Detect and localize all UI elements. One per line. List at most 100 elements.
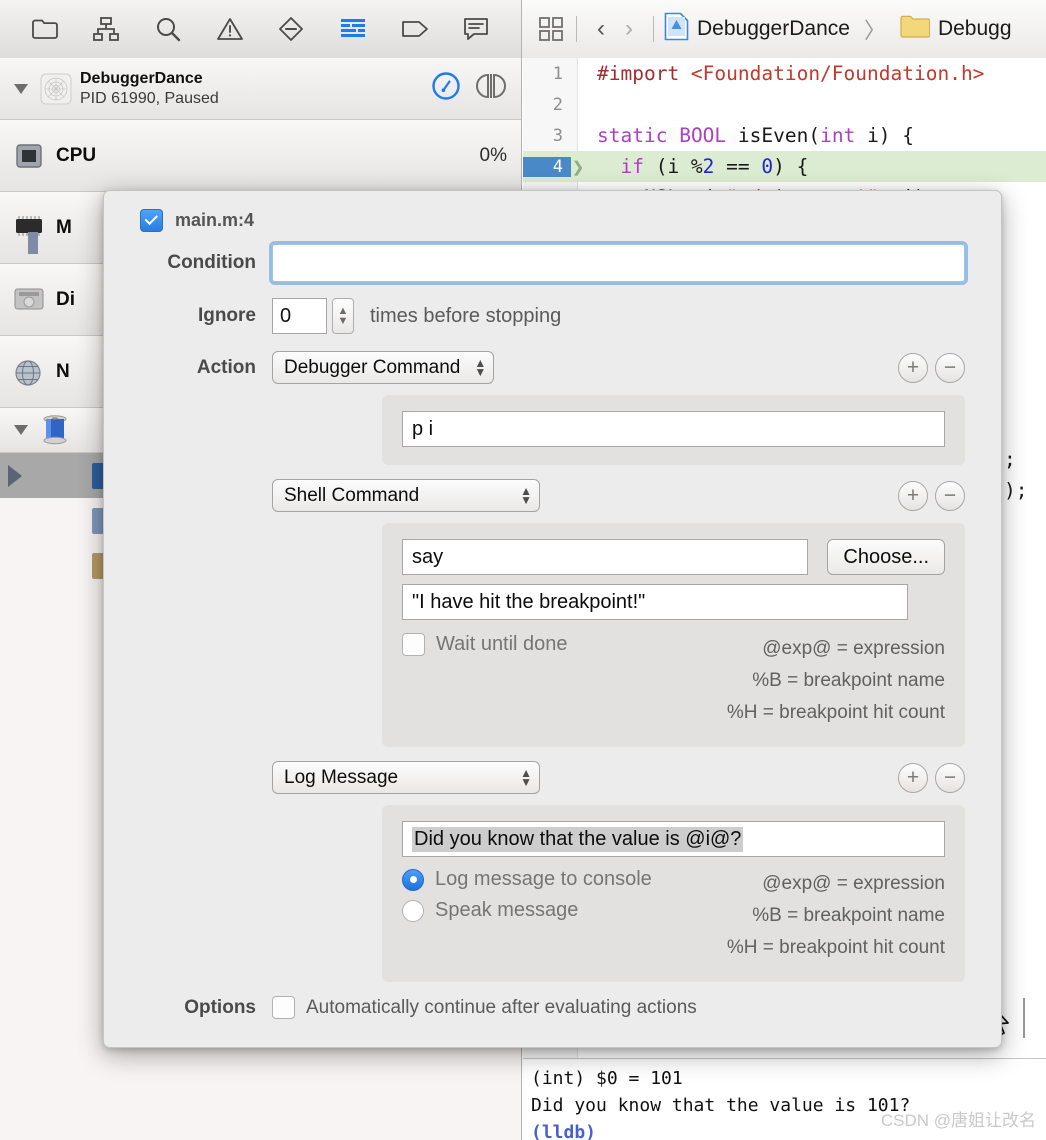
log-hints: @exp@ = expression %B = breakpoint name … <box>727 868 945 964</box>
related-items-icon[interactable] <box>536 14 566 44</box>
gauge-label: Di <box>56 288 75 310</box>
speak-message-label: Speak message <box>435 899 579 921</box>
shell-command-input[interactable]: say <box>402 539 809 575</box>
auto-continue-checkbox[interactable] <box>272 996 295 1019</box>
log-to-console-option[interactable]: Log message to console <box>402 868 652 891</box>
chevron-down-icon[interactable] <box>14 83 28 94</box>
breakpoint-tag-icon[interactable] <box>398 12 432 46</box>
current-frame-arrow-icon <box>8 464 22 487</box>
gauge-label: N <box>56 360 70 382</box>
chevron-down-icon[interactable] <box>14 425 28 435</box>
process-row[interactable]: DebuggerDance PID 61990, Paused <box>0 58 521 120</box>
remove-action-button[interactable]: − <box>935 480 965 511</box>
chevron-updown-icon: ▲ ▼ <box>520 483 532 507</box>
back-arrow-icon[interactable]: ‹ <box>587 14 615 44</box>
chevron-updown-icon: ▲ ▼ <box>520 765 532 789</box>
action-type-select-shell-command[interactable]: Shell Command ▲ ▼ <box>272 479 540 512</box>
forward-arrow-icon[interactable]: › <box>615 14 643 44</box>
hint-line: %B = breakpoint name <box>752 670 945 691</box>
search-icon[interactable] <box>151 12 185 46</box>
speak-message-option[interactable]: Speak message <box>402 899 652 922</box>
test-diamond-icon[interactable] <box>274 12 308 46</box>
ignore-stepper[interactable]: ▲ ▼ <box>332 298 354 334</box>
gauge-label: M <box>56 216 72 238</box>
shell-arguments-input[interactable]: "I have hit the breakpoint!" <box>402 584 908 620</box>
hint-line: %B = breakpoint name <box>752 905 945 926</box>
breadcrumb-separator: 〉 <box>863 17 886 43</box>
code-line: 1 #import <Foundation/Foundation.h> <box>523 58 1046 89</box>
choose-button[interactable]: Choose... <box>827 539 945 575</box>
options-row: Options Automatically continue after eva… <box>104 996 1001 1019</box>
action-type-value: Shell Command <box>284 484 420 506</box>
code-text[interactable]: #import <Foundation/Foundation.h> <box>585 62 984 85</box>
breakpoint-edit-popover: main.m:4 Condition Ignore 0 ▲ ▼ times be… <box>103 190 1002 1048</box>
shell-hints: @exp@ = expression %B = breakpoint name … <box>727 633 945 729</box>
disk-icon <box>14 287 44 313</box>
warning-triangle-icon[interactable] <box>213 12 247 46</box>
gauge-bar <box>28 232 38 254</box>
action-row-shell-command: Shell Command ▲ ▼ + − <box>104 479 1001 512</box>
code-line: 3 static BOOL isEven(int i) { <box>523 120 1046 151</box>
line-number: 2 <box>552 94 563 115</box>
popover-header: main.m:4 <box>104 191 1001 232</box>
hint-line: %H = breakpoint hit count <box>726 937 945 958</box>
debug-lines-icon[interactable] <box>336 12 370 46</box>
remove-action-button[interactable]: − <box>935 352 965 383</box>
jump-bar: ‹ › DebuggerDance 〉 Debugg <box>522 0 1046 58</box>
report-bubble-icon[interactable] <box>459 12 493 46</box>
action-panel-debugger-command: p i <box>382 395 965 465</box>
action-type-value: Log Message <box>284 766 399 788</box>
watermark: CSDN @唐姐让改名 <box>880 1111 1036 1130</box>
add-action-button[interactable]: + <box>898 480 928 511</box>
ignore-suffix-label: times before stopping <box>370 304 562 327</box>
add-action-button[interactable]: + <box>898 352 928 383</box>
action-add-remove-group: + − <box>898 352 965 383</box>
ignore-label: Ignore <box>197 305 256 326</box>
add-action-button[interactable]: + <box>898 762 928 793</box>
split-view-icon[interactable] <box>475 72 507 105</box>
remove-action-button[interactable]: − <box>935 762 965 793</box>
action-type-select-log-message[interactable]: Log Message ▲ ▼ <box>272 761 540 794</box>
stepper-down-icon[interactable]: ▼ <box>338 316 349 327</box>
cpu-chip-icon <box>14 143 44 169</box>
debug-console[interactable]: (int) $0 = 101 Did you know that the val… <box>523 1058 1046 1140</box>
ignore-count-input[interactable]: 0 <box>272 298 327 334</box>
action-panel-log-message: Did you know that the value is @i@? Log … <box>382 805 965 982</box>
divider <box>576 15 577 42</box>
code-text[interactable]: if (i %2 == 0) { <box>585 155 808 178</box>
log-message-value: Did you know that the value is @i@? <box>412 826 744 852</box>
breakpoint-title: main.m:4 <box>175 210 255 230</box>
gauge-value: 0% <box>479 144 507 166</box>
folder-icon[interactable] <box>28 12 62 46</box>
process-status: PID 61990, Paused <box>80 89 219 107</box>
thread-spool-icon <box>42 415 68 445</box>
line-number: 3 <box>552 125 563 146</box>
code-text[interactable]: static BOOL isEven(int i) { <box>585 124 914 147</box>
gauge-row-cpu[interactable]: CPU 0% <box>0 120 521 192</box>
action-panel-shell-command: say Choose... "I have hit the breakpoint… <box>382 523 965 747</box>
filter-gauge-icon[interactable] <box>431 71 461 106</box>
breadcrumb-item-folder[interactable]: Debugg <box>938 17 1012 41</box>
network-globe-icon <box>14 359 44 386</box>
folder-yellow-icon <box>900 14 931 43</box>
source-control-icon[interactable] <box>89 12 123 46</box>
speak-message-radio[interactable] <box>402 899 424 922</box>
action-label: Action <box>196 356 256 378</box>
hint-line: %H = breakpoint hit count <box>726 702 945 723</box>
condition-input[interactable] <box>272 244 965 282</box>
breakpoint-marker[interactable]: ❯ <box>571 158 585 176</box>
breakpoint-enabled-checkbox[interactable] <box>140 209 163 232</box>
action-add-remove-group: + − <box>898 762 965 793</box>
action-type-select-debugger-command[interactable]: Debugger Command ▲ ▼ <box>272 351 495 384</box>
breadcrumb-item-project[interactable]: DebuggerDance <box>697 17 850 41</box>
condition-label: Condition <box>167 252 256 273</box>
code-line: 2 <box>523 89 1046 120</box>
debugger-command-input[interactable]: p i <box>402 411 945 447</box>
log-to-console-radio[interactable] <box>402 868 424 891</box>
hint-line: @exp@ = expression <box>762 638 945 659</box>
wait-until-done-checkbox[interactable] <box>402 633 425 656</box>
text-caret <box>1023 998 1025 1038</box>
log-message-input[interactable]: Did you know that the value is @i@? <box>402 821 945 857</box>
auto-continue-label: Automatically continue after evaluating … <box>306 996 697 1018</box>
wait-until-done-row[interactable]: Wait until done <box>402 633 568 656</box>
